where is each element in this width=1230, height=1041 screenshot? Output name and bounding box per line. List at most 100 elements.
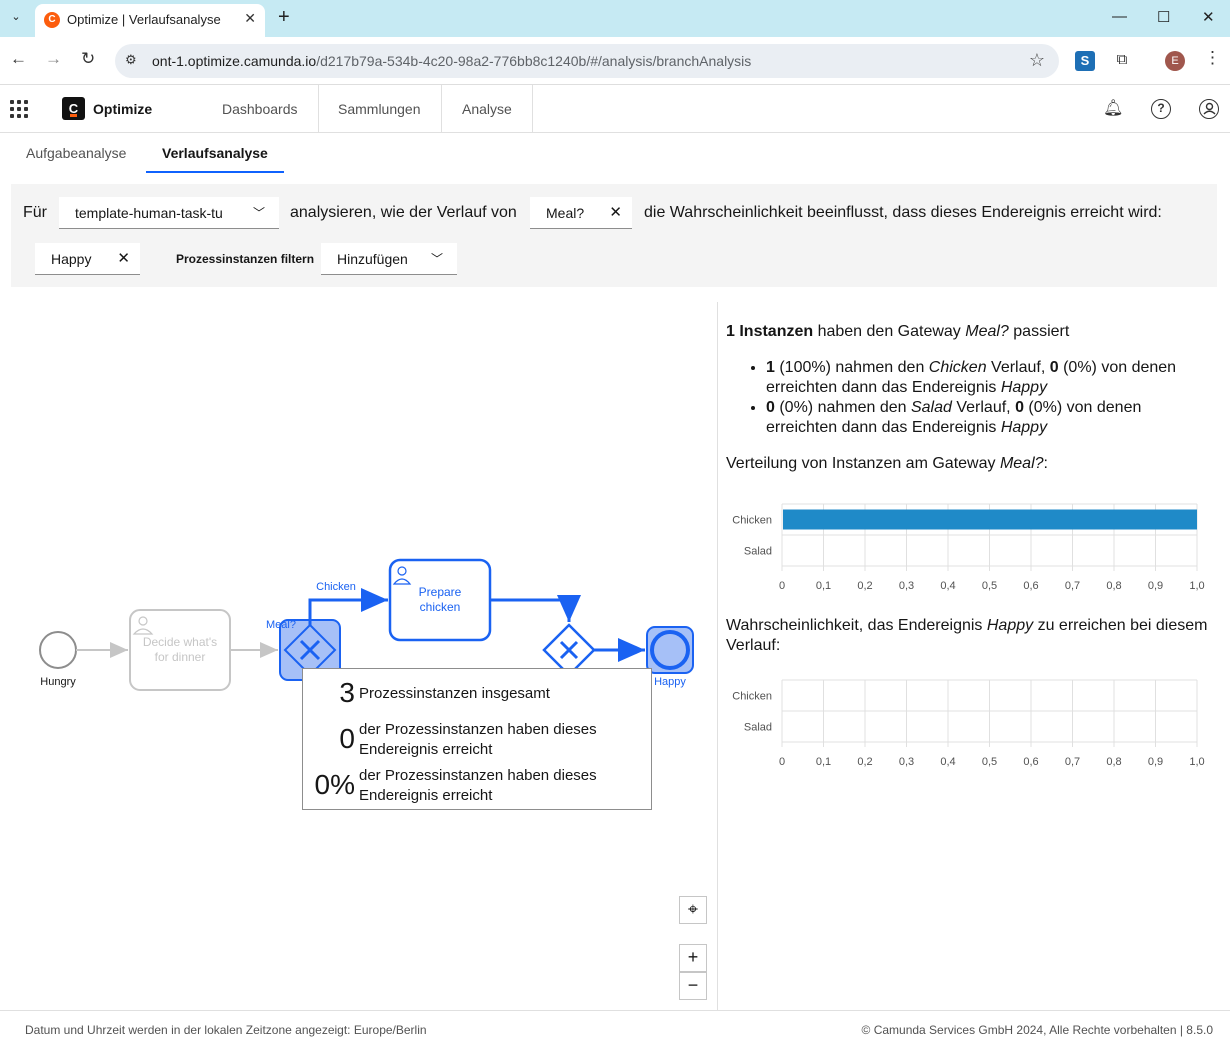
instances-summary: 1 Instanzen haben den Gateway Meal? pass… (726, 322, 1216, 342)
reload-icon[interactable]: ↻ (81, 49, 95, 69)
probability-title: Wahrscheinlichkeit, das Endereignis Happ… (726, 617, 1208, 654)
tab-branch-analysis[interactable]: Verlaufsanalyse (146, 133, 284, 173)
url-bar[interactable]: ⚙ ont-1.optimize.camunda.io/d217b79a-534… (115, 44, 1059, 78)
task-prepare-label-line2: chicken (420, 600, 461, 614)
tab-close-icon[interactable]: ✕ (244, 10, 256, 27)
gateway-select[interactable]: Meal? ✕ (530, 197, 632, 229)
chevron-down-icon: ﹀ (252, 206, 265, 220)
total-instances-label: Prozessinstanzen insgesamt (359, 685, 550, 702)
app-header: C Optimize Dashboards Sammlungen Analyse… (0, 85, 1230, 133)
footer: Datum und Uhrzeit werden in der lokalen … (0, 1010, 1230, 1041)
reset-view-target-icon[interactable]: ⌖ (679, 896, 707, 924)
gateway-statistics-tooltip: 3 Prozessinstanzen insgesamt 0 der Proze… (302, 668, 652, 810)
timezone-note: Datum und Uhrzeit werden in der lokalen … (25, 1023, 427, 1037)
analysis-controls: Für template-human-task-tu ﹀ analysieren… (11, 184, 1217, 287)
probability-label: die Wahrscheinlichkeit beeinflusst, dass… (644, 204, 1162, 221)
x-tick-label: 0 (779, 580, 785, 592)
distribution-title: Verteilung von Instanzen am Gateway Meal… (726, 455, 1048, 472)
sequence-flow-3 (490, 595, 581, 622)
x-tick-label: 0,7 (1065, 756, 1080, 768)
bpmn-diagram[interactable]: Hungry Decide what's for dinner Meal? Ch… (0, 300, 717, 1010)
new-tab-plus-icon[interactable]: + (278, 6, 290, 29)
app-switcher-icon[interactable] (10, 100, 28, 118)
task-decide-dinner[interactable]: Decide what's for dinner (129, 609, 231, 691)
end-event-select[interactable]: Happy ✕ (35, 243, 140, 275)
end-event-happy[interactable] (646, 626, 694, 674)
x-tick-label: 0,1 (816, 580, 831, 592)
help-icon[interactable]: ? (1151, 99, 1171, 119)
notifications-bell-icon[interactable]: 🔔︎ (1103, 99, 1123, 119)
nav-dashboards[interactable]: Dashboards (202, 85, 319, 133)
forward-arrow-icon[interactable]: → (45, 49, 62, 69)
reached-instances-label: der Prozessinstanzen haben dieses Endere… (359, 721, 597, 758)
zoom-out-button[interactable]: − (679, 972, 707, 1000)
x-tick-label: 0,7 (1065, 580, 1080, 592)
tab-task-analysis[interactable]: Aufgabeanalyse (10, 133, 142, 173)
bookmark-star-icon[interactable]: ☆ (1029, 50, 1045, 71)
y-category-label: Salad (744, 722, 772, 734)
task-prepare-label-line1: Prepare (419, 585, 462, 599)
nav-collections[interactable]: Sammlungen (318, 85, 442, 133)
x-tick-label: 0,5 (982, 580, 997, 592)
chevron-down-icon: ﹀ (430, 252, 443, 266)
instances-passed: passiert (1008, 323, 1070, 340)
clear-gateway-icon[interactable]: ✕ (609, 197, 622, 228)
flow-label-chicken: Chicken (316, 581, 356, 593)
url-host: ont-1.optimize.camunda.io (152, 53, 317, 69)
browser-menu-icon[interactable]: ⋮ (1204, 48, 1221, 68)
profile-avatar[interactable]: E (1165, 51, 1185, 71)
task-prepare-chicken[interactable]: Prepare chicken (388, 558, 492, 642)
branch-list: 1 (100%) nahmen den Chicken Verlauf, 0 (… (726, 358, 1216, 438)
browser-toolbar: ← → ↻ ⚙ ont-1.optimize.camunda.io/d217b7… (0, 37, 1230, 85)
clear-end-event-icon[interactable]: ✕ (117, 243, 130, 274)
x-tick-label: 0,4 (940, 756, 955, 768)
total-instances-value: 3 (339, 677, 355, 708)
copyright: © Camunda Services GmbH 2024, Alle Recht… (861, 1023, 1213, 1037)
end-event-label: Happy (654, 676, 686, 688)
statistics-panel: 1 Instanzen haben den Gateway Meal? pass… (726, 322, 1216, 474)
filter-add-dropdown[interactable]: Hinzufügen ﹀ (321, 243, 457, 275)
gateway-label: Meal? (266, 619, 296, 631)
url-text[interactable]: ont-1.optimize.camunda.io/d217b79a-534b-… (152, 53, 751, 69)
tab-search-chevron-icon[interactable]: ⌄ (6, 7, 26, 27)
process-select[interactable]: template-human-task-tu ﹀ (59, 197, 279, 229)
zoom-in-button[interactable]: + (679, 944, 707, 972)
probability-title-block: Wahrscheinlichkeit, das Endereignis Happ… (726, 616, 1216, 656)
filter-add-value: Hinzufügen (337, 251, 408, 267)
browser-tab[interactable]: C Optimize | Verlaufsanalyse ✕ (35, 4, 265, 37)
x-tick-label: 1,0 (1189, 580, 1204, 592)
user-profile-icon[interactable] (1199, 99, 1219, 119)
y-category-label: Chicken (732, 691, 772, 703)
extensions-puzzle-icon[interactable]: ⧉ (1112, 51, 1132, 71)
maximize-icon[interactable]: ☐ (1157, 8, 1170, 26)
url-path: /d217b79a-534b-4c20-98a2-776bb8c1240b/#/… (316, 53, 752, 69)
site-info-icon[interactable]: ⚙ (125, 52, 137, 68)
filter-label: Prozessinstanzen filtern (176, 252, 315, 266)
probability-chart: 0 0,1 0,2 0,3 0,4 0,5 0,6 0,7 0,8 0,9 1,0 Chicken Sa… (732, 679, 1205, 768)
x-tick-label: 0,3 (899, 756, 914, 768)
reached-percent-label: der Prozessinstanzen haben dieses Endere… (359, 767, 597, 804)
back-arrow-icon[interactable]: ← (10, 49, 27, 69)
x-tick-label: 0,9 (1148, 756, 1163, 768)
x-tick-label: 1,0 (1189, 756, 1204, 768)
instances-text: haben den Gateway (813, 323, 966, 340)
start-event-label: Hungry (40, 676, 76, 688)
window-close-icon[interactable]: ✕ (1202, 8, 1215, 26)
analyze-label: analysieren, wie der Verlauf von (290, 204, 517, 221)
minimize-icon[interactable]: — (1112, 8, 1127, 25)
extension-s-icon[interactable]: S (1075, 51, 1095, 71)
end-event-select-value: Happy (51, 251, 92, 267)
task-decide-label-line1: Decide what's (143, 635, 217, 649)
y-category-label: Chicken (732, 515, 772, 527)
nav-analysis[interactable]: Analyse (442, 85, 533, 133)
gateway-select-value: Meal? (546, 205, 585, 221)
process-select-value: template-human-task-tu (75, 205, 223, 221)
start-event[interactable] (39, 631, 77, 669)
x-tick-label: 0,1 (816, 756, 831, 768)
x-tick-label: 0,4 (940, 580, 955, 592)
x-tick-label: 0,9 (1148, 580, 1163, 592)
app-brand[interactable]: Optimize (93, 101, 152, 117)
x-tick-label: 0,8 (1106, 580, 1121, 592)
x-tick-label: 0 (779, 756, 785, 768)
panel-divider (717, 302, 718, 1010)
